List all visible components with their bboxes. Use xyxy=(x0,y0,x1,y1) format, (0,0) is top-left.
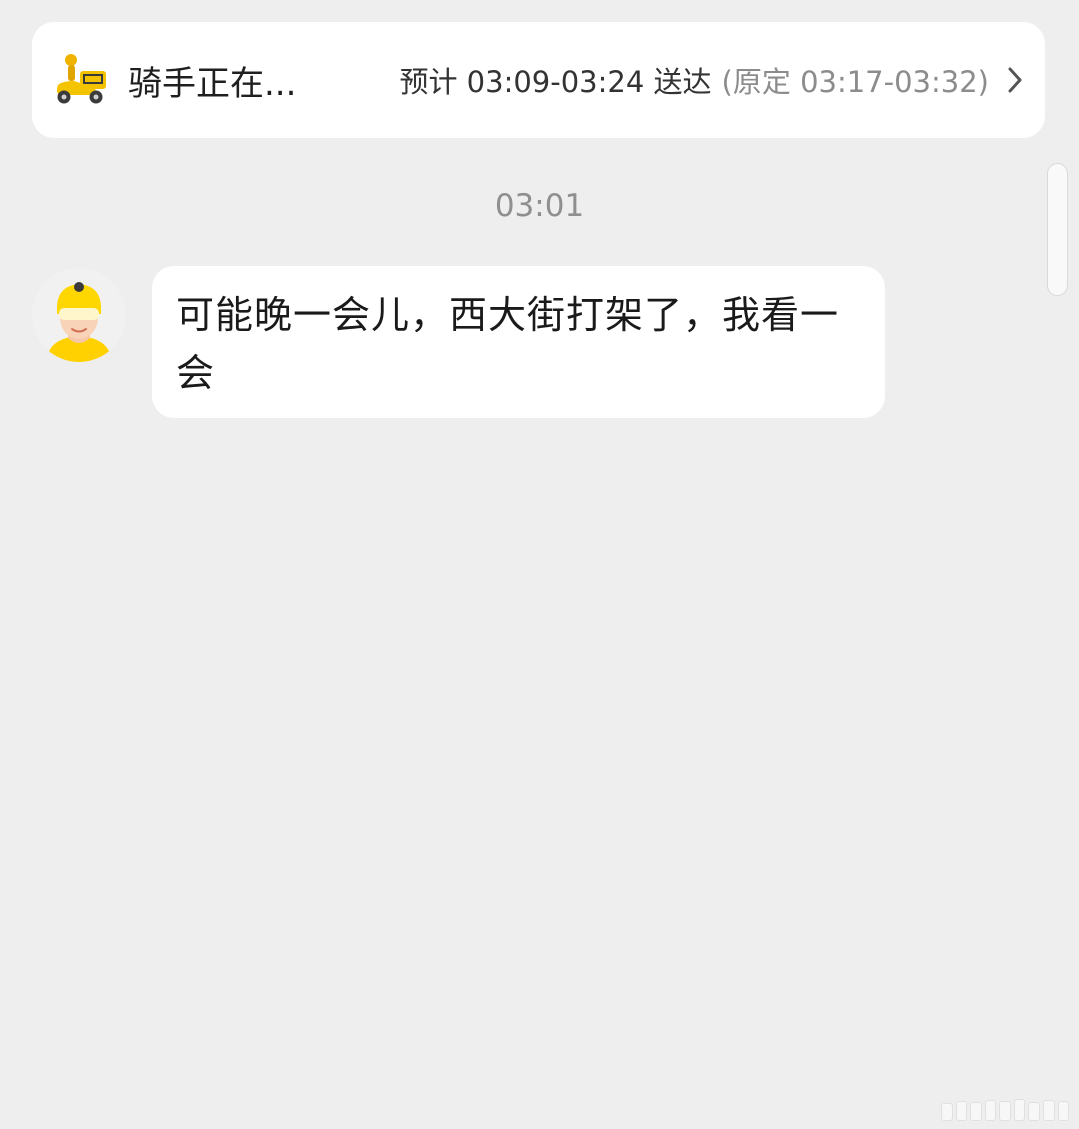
message-text: 可能晚一会儿，西大街打架了，我看一会 xyxy=(176,293,840,395)
eta-estimate: 预计 03:09-03:24 送达 xyxy=(399,65,712,99)
rider-status-card[interactable]: 骑手正在... 预计 03:09-03:24 送达 (原定 03:17-03:3… xyxy=(32,22,1045,138)
chat-scrollbar[interactable] xyxy=(1047,163,1068,296)
rider-avatar-icon[interactable] xyxy=(32,268,126,362)
rider-scooter-icon xyxy=(56,54,106,104)
delivery-eta: 预计 03:09-03:24 送达 (原定 03:17-03:32) xyxy=(399,59,989,101)
incoming-message-bubble[interactable]: 可能晚一会儿，西大街打架了，我看一会 xyxy=(152,266,885,418)
message-timestamp: 03:01 xyxy=(494,188,585,224)
chevron-right-icon xyxy=(1008,67,1022,93)
watermark xyxy=(941,1099,1070,1121)
eta-original: (原定 03:17-03:32) xyxy=(721,65,989,99)
rider-status-title: 骑手正在... xyxy=(128,63,297,104)
